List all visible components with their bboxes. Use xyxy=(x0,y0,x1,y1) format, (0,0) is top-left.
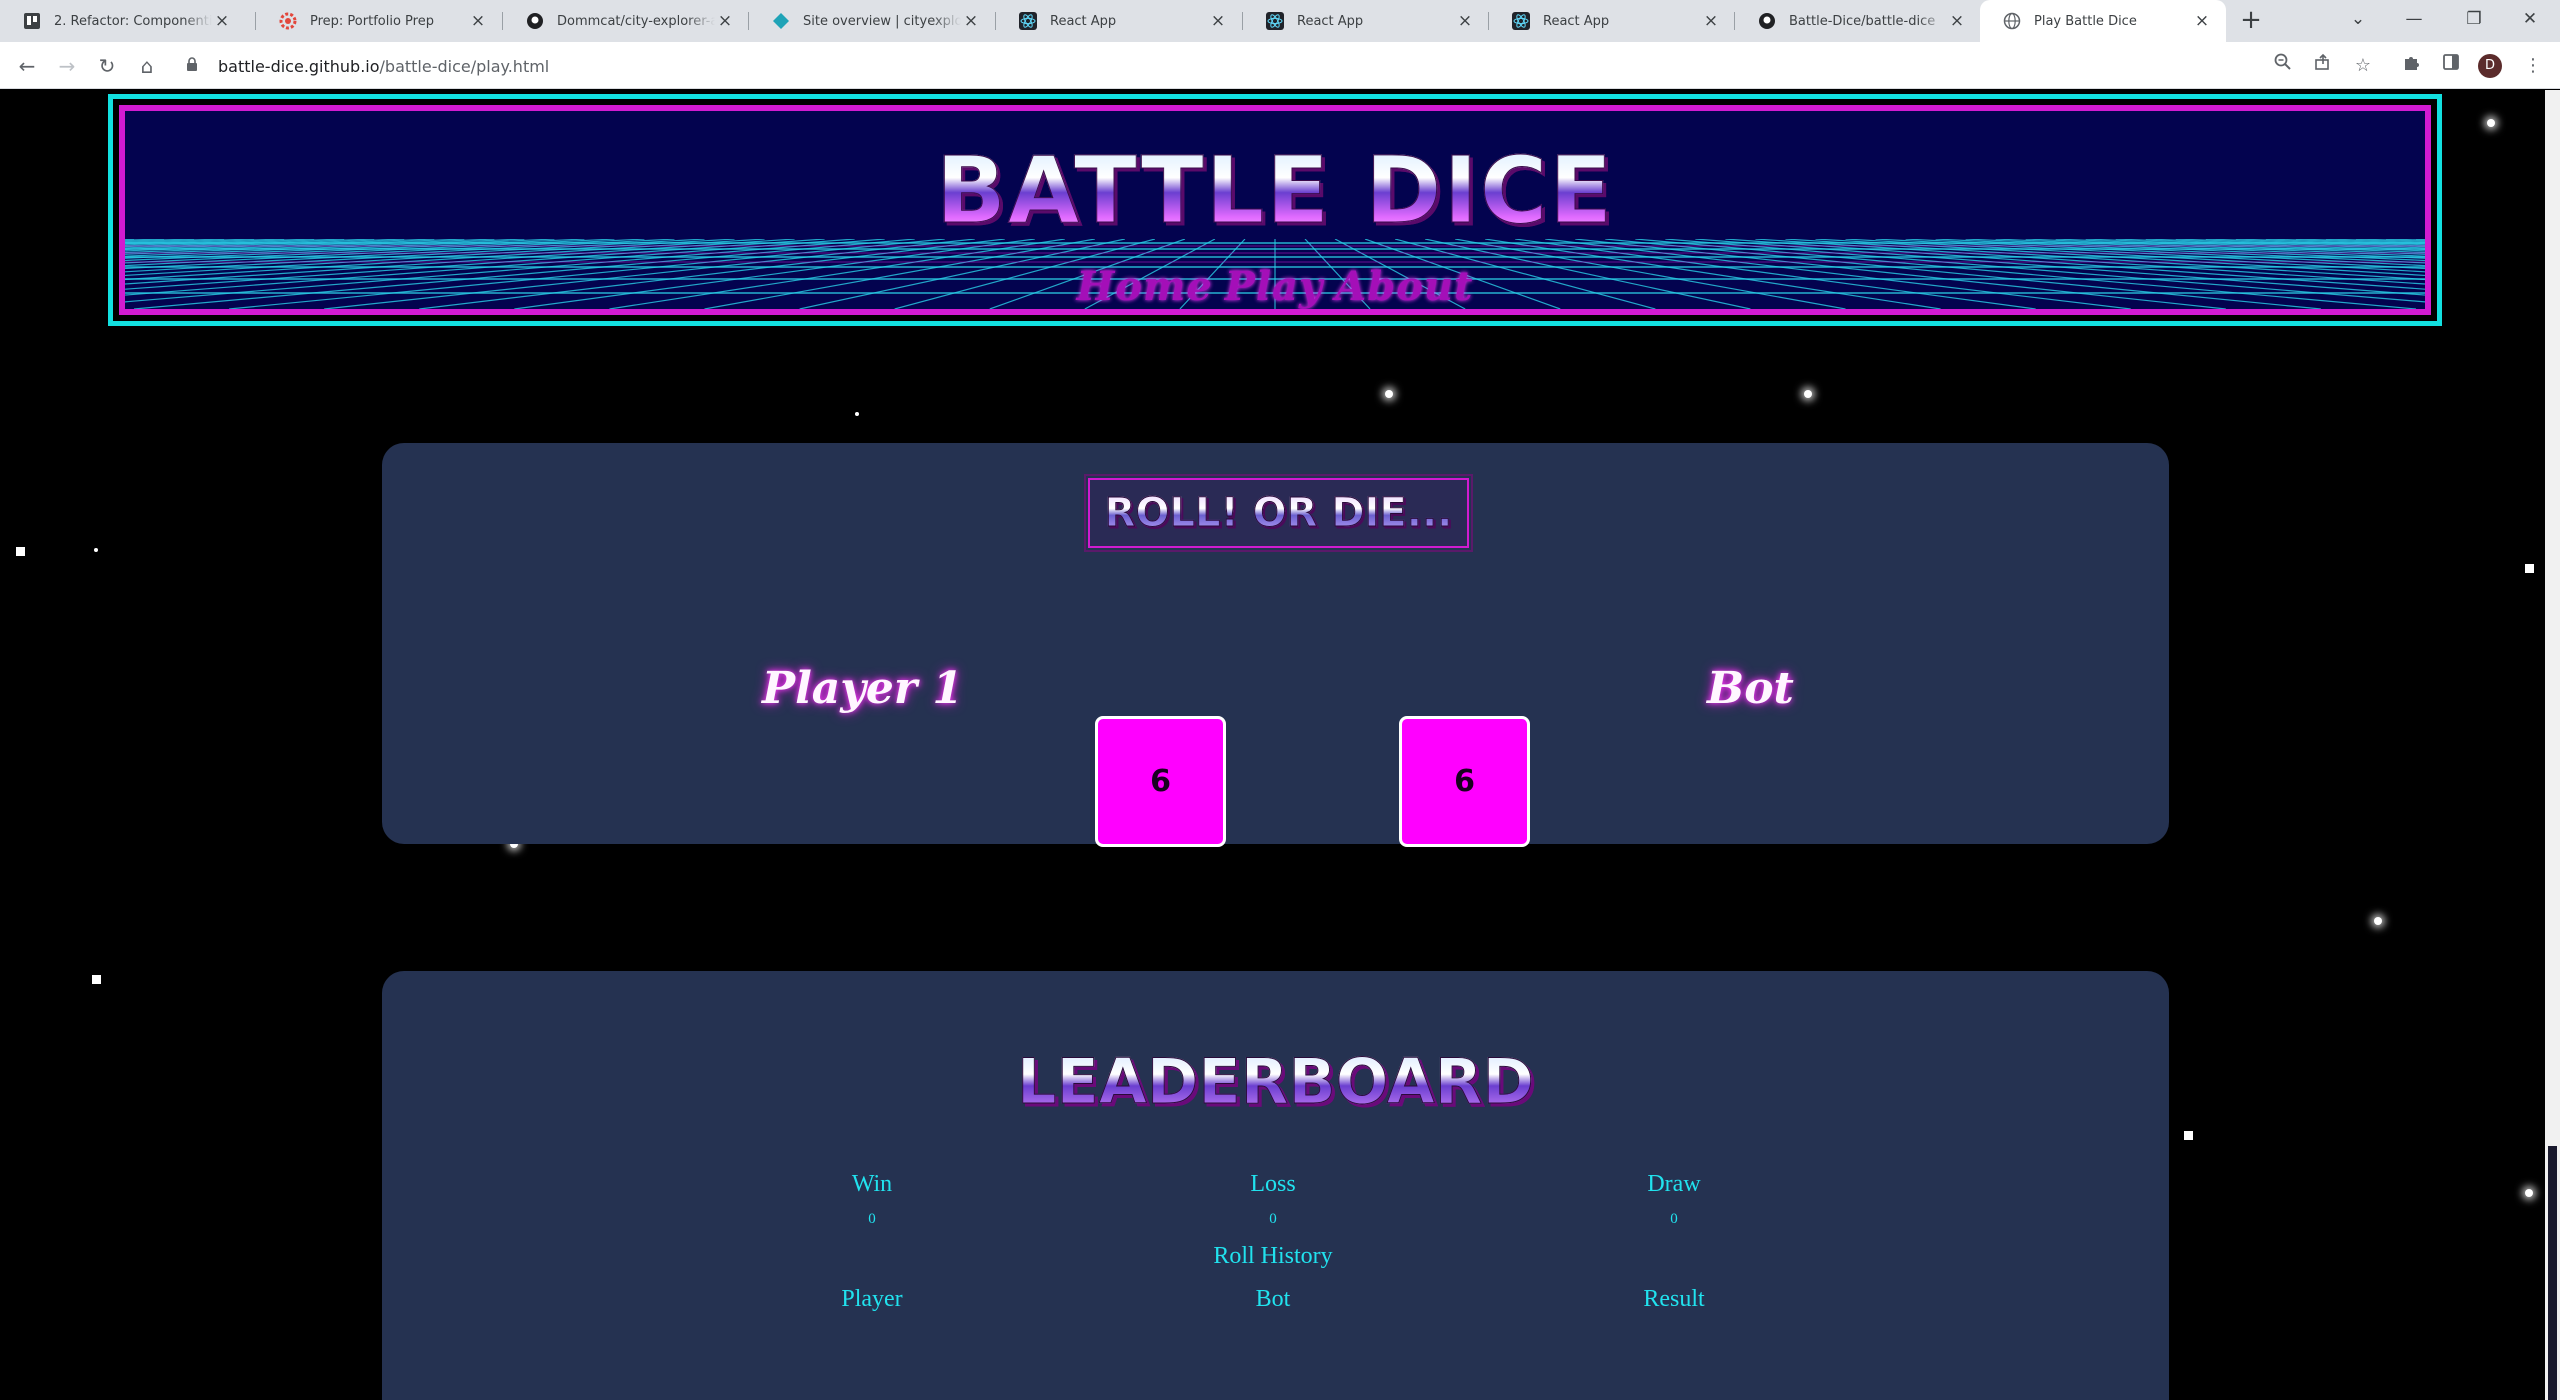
browser-tab[interactable]: Dommcat/city-explorer-api: Si × xyxy=(503,0,749,42)
browser-tab[interactable]: Battle-Dice/battle-dice × xyxy=(1735,0,1981,42)
site-nav: Home Play About xyxy=(125,263,2425,309)
close-icon[interactable]: × xyxy=(1947,11,1967,31)
trello-icon xyxy=(22,11,42,31)
tab-title: Dommcat/city-explorer-api: Si xyxy=(557,13,715,29)
history-col-bot: Bot xyxy=(1255,1286,1291,1312)
url-text: battle-dice.github.io/battle-dice/play.h… xyxy=(218,57,549,76)
game-title-text: ROLL! OR DIE... xyxy=(1104,490,1453,537)
loss-count: 0 xyxy=(1269,1211,1277,1227)
star-decoration xyxy=(2487,119,2495,127)
minimize-icon[interactable]: — xyxy=(2386,0,2442,40)
scrollbar-thumb[interactable] xyxy=(2548,1146,2557,1400)
close-icon[interactable]: × xyxy=(1701,11,1721,31)
game-title: ROLL! OR DIE... xyxy=(1084,474,1473,552)
leaderboard-title: LEADERBOARD xyxy=(382,1045,2169,1119)
close-icon[interactable]: × xyxy=(2192,11,2212,31)
leaderboard-title-text: LEADERBOARD xyxy=(1017,1045,1535,1119)
browser-tab[interactable]: 2. Refactor: Componentize the × xyxy=(0,0,246,42)
github-icon xyxy=(525,11,545,31)
browser-toolbar: ← → ↻ ⌂ battle-dice.github.io/battle-dic… xyxy=(0,42,2560,89)
browser-tab[interactable]: React App × xyxy=(1243,0,1489,42)
star-decoration xyxy=(2525,1189,2533,1197)
roll-history-heading: Roll History xyxy=(1213,1243,1333,1269)
close-icon[interactable]: × xyxy=(1455,11,1475,31)
browser-tab[interactable]: Prep: Portfolio Prep × xyxy=(256,0,502,42)
game-panel: ROLL! OR DIE... Player 1 6 6 Bot xyxy=(382,443,2169,847)
tab-title: Play Battle Dice xyxy=(2034,13,2137,29)
sidebar-icon[interactable] xyxy=(2436,51,2466,81)
profile-avatar[interactable]: D xyxy=(2478,54,2502,78)
browser-tab-bar: 2. Refactor: Componentize the × Prep: Po… xyxy=(0,0,2560,42)
star-decoration xyxy=(1385,390,1393,398)
home-icon[interactable]: ⌂ xyxy=(132,51,162,81)
gear-icon xyxy=(278,11,298,31)
address-bar[interactable]: battle-dice.github.io/battle-dice/play.h… xyxy=(180,49,2260,83)
site-header-banner: BATTLE DICE Home Play About xyxy=(108,94,2442,326)
close-icon[interactable]: × xyxy=(468,11,488,31)
page-viewport: BATTLE DICE Home Play About ROLL! OR DIE..… xyxy=(0,90,2545,1400)
player-die[interactable]: 6 xyxy=(1095,716,1226,847)
react-icon xyxy=(1018,11,1038,31)
history-col-result: Result xyxy=(1643,1286,1705,1312)
site-title: BATTLE DICE xyxy=(125,137,2425,245)
nav-link-play[interactable]: Play xyxy=(1225,263,1323,309)
close-icon[interactable]: × xyxy=(715,11,735,31)
tab-title: React App xyxy=(1050,13,1117,29)
browser-tab-active[interactable]: Play Battle Dice × xyxy=(1980,0,2226,42)
star-decoration xyxy=(1804,390,1812,398)
star-decoration xyxy=(94,548,98,552)
restore-icon[interactable]: ❐ xyxy=(2446,0,2502,40)
tab-search-icon[interactable]: ⌄ xyxy=(2330,0,2386,40)
win-label: Win xyxy=(851,1171,893,1197)
url-host: battle-dice.github.io xyxy=(218,56,380,76)
globe-icon xyxy=(2002,11,2022,31)
nav-link-about[interactable]: About xyxy=(1335,263,1473,309)
back-icon[interactable]: ← xyxy=(12,51,42,81)
close-icon[interactable]: × xyxy=(1208,11,1228,31)
browser-tab[interactable]: Site overview | cityexplorer30 × xyxy=(749,0,995,42)
netlify-icon xyxy=(771,11,791,31)
bookmark-star-icon[interactable]: ☆ xyxy=(2348,51,2378,81)
star-decoration xyxy=(2525,564,2534,573)
github-icon xyxy=(1757,11,1777,31)
star-decoration xyxy=(2184,1131,2193,1140)
close-icon[interactable]: × xyxy=(212,11,232,31)
tab-title: React App xyxy=(1543,13,1610,29)
browser-tab[interactable]: React App × xyxy=(996,0,1242,42)
share-icon[interactable] xyxy=(2308,51,2338,81)
nav-link-home[interactable]: Home xyxy=(1077,263,1213,309)
leaderboard-panel: LEADERBOARD Win Loss Draw 0 0 0 Roll His… xyxy=(382,971,2169,1400)
draw-count: 0 xyxy=(1670,1211,1678,1227)
tab-title: Prep: Portfolio Prep xyxy=(310,13,434,29)
star-decoration xyxy=(2374,917,2382,925)
player-name: Player 1 xyxy=(762,663,963,714)
star-decoration xyxy=(855,412,859,416)
history-col-player: Player xyxy=(841,1286,903,1312)
window-close-icon[interactable]: ✕ xyxy=(2502,0,2558,40)
react-icon xyxy=(1511,11,1531,31)
browser-tab[interactable]: React App × xyxy=(1489,0,1735,42)
tab-title: Site overview | cityexplorer30 xyxy=(803,13,961,29)
star-decoration xyxy=(16,547,25,556)
bot-name: Bot xyxy=(1707,663,1794,714)
url-path: /battle-dice/play.html xyxy=(379,56,550,76)
zoom-icon[interactable] xyxy=(2268,51,2298,81)
close-icon[interactable]: × xyxy=(961,11,981,31)
tab-title: Battle-Dice/battle-dice xyxy=(1789,13,1936,29)
menu-icon[interactable]: ⋮ xyxy=(2518,51,2548,81)
react-icon xyxy=(1265,11,1285,31)
banner-frame: BATTLE DICE Home Play About xyxy=(119,105,2431,315)
star-decoration xyxy=(92,975,101,984)
draw-label: Draw xyxy=(1647,1171,1701,1197)
bot-die[interactable]: 6 xyxy=(1399,716,1530,847)
tab-title: React App xyxy=(1297,13,1364,29)
loss-label: Loss xyxy=(1250,1171,1296,1197)
lock-icon[interactable] xyxy=(186,57,204,75)
tab-title: 2. Refactor: Componentize the xyxy=(54,13,212,29)
extensions-icon[interactable] xyxy=(2396,51,2426,81)
win-count: 0 xyxy=(868,1211,876,1227)
new-tab-icon[interactable]: + xyxy=(2236,6,2266,36)
forward-icon[interactable]: → xyxy=(52,51,82,81)
reload-icon[interactable]: ↻ xyxy=(92,51,122,81)
